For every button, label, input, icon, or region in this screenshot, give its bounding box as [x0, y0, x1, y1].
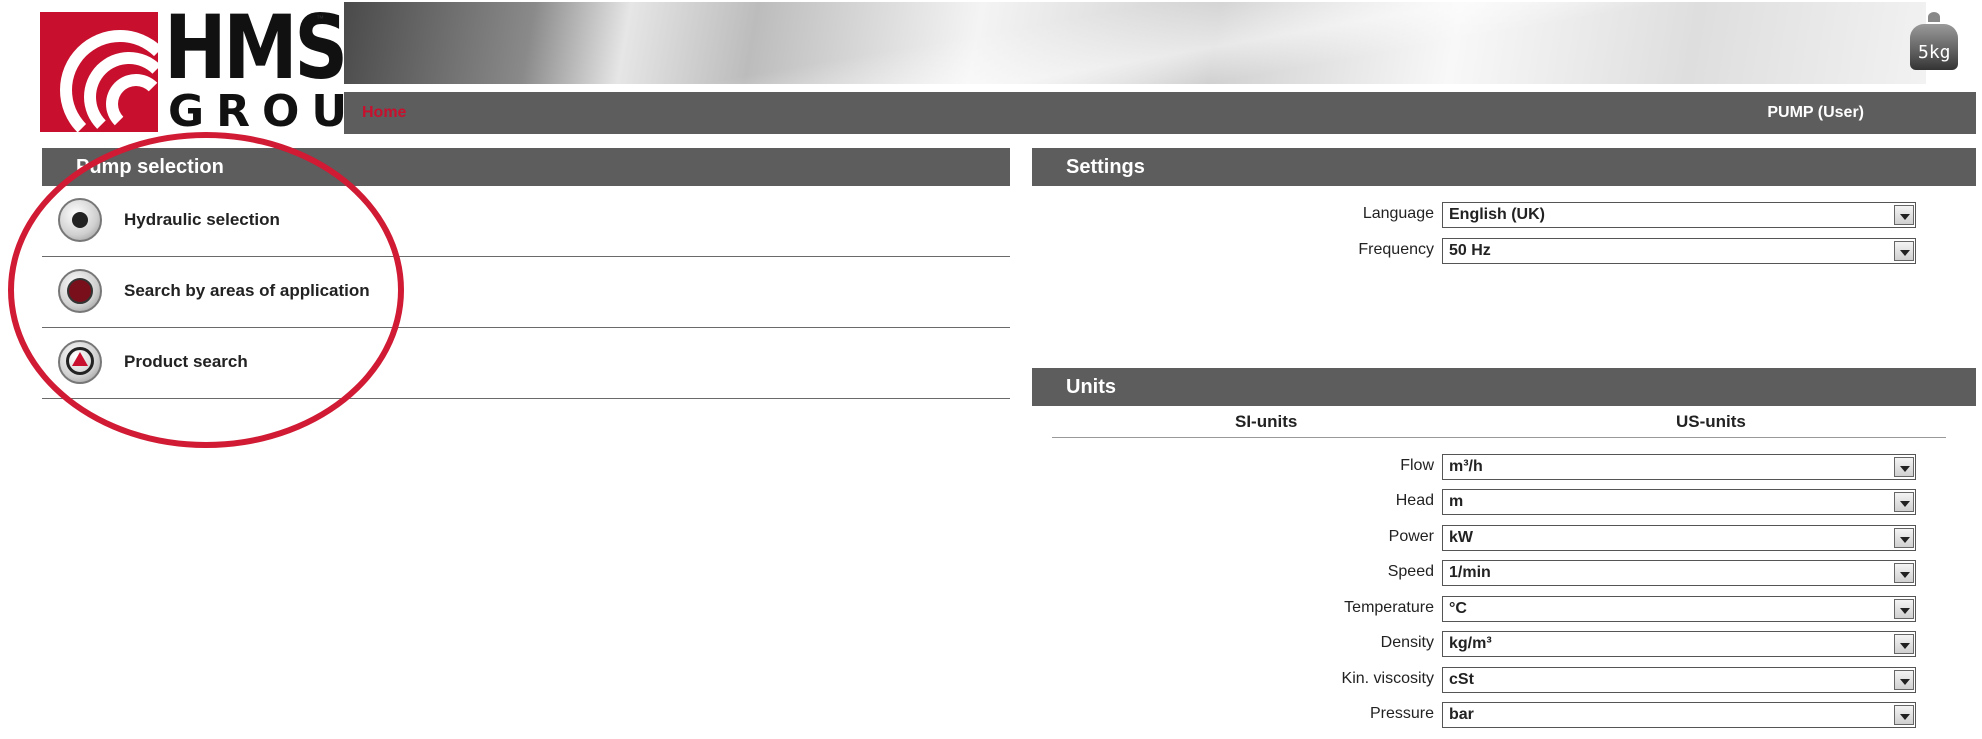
kin-viscosity-unit-select[interactable]: cSt: [1442, 667, 1916, 693]
temperature-unit-value: °C: [1449, 600, 1467, 617]
chevron-down-icon[interactable]: [1894, 634, 1914, 654]
power-label: Power: [1388, 528, 1434, 545]
settings-header: Settings: [1032, 148, 1976, 186]
temperature-label: Temperature: [1344, 599, 1434, 616]
flow-unit-value: m³/h: [1449, 458, 1483, 475]
weight-5kg-icon[interactable]: 5kg: [1908, 12, 1960, 74]
chevron-down-icon[interactable]: [1894, 563, 1914, 583]
hms-group-logo: HMS GROUP ™: [40, 4, 391, 134]
language-select[interactable]: English (UK): [1442, 202, 1916, 228]
radio-disc-icon: [58, 198, 102, 242]
frequency-value: 50 Hz: [1449, 242, 1491, 259]
language-label: Language: [1362, 205, 1434, 222]
chevron-down-icon[interactable]: [1894, 599, 1914, 619]
speed-unit-select[interactable]: 1/min: [1442, 560, 1916, 586]
temperature-row: Temperature °C: [1032, 594, 1976, 624]
kin-viscosity-unit-value: cSt: [1449, 671, 1474, 688]
head-label: Head: [1395, 492, 1434, 509]
flow-label: Flow: [1400, 457, 1434, 474]
product-search-label: Product search: [124, 352, 248, 371]
language-value: English (UK): [1449, 206, 1545, 223]
power-row: Power kW: [1032, 523, 1976, 553]
hydraulic-selection-label: Hydraulic selection: [124, 210, 280, 229]
tab-si-units[interactable]: SI-units: [1235, 412, 1297, 432]
language-row: Language English (UK): [1032, 200, 1976, 230]
pressure-unit-select[interactable]: bar: [1442, 702, 1916, 728]
units-system-tabs: SI-units US-units: [1052, 408, 1946, 438]
frequency-select[interactable]: 50 Hz: [1442, 238, 1916, 264]
pressure-unit-value: bar: [1449, 706, 1474, 723]
magnifier-icon: [58, 340, 102, 384]
flow-row: Flow m³/h: [1032, 452, 1976, 482]
globe-icon: [58, 269, 102, 313]
pressure-label: Pressure: [1369, 705, 1434, 722]
chevron-down-icon[interactable]: [1894, 528, 1914, 548]
power-unit-select[interactable]: kW: [1442, 525, 1916, 551]
pump-selection-header: Pump selection: [42, 148, 1010, 186]
head-unit-select[interactable]: m: [1442, 489, 1916, 515]
logo-trademark: ™: [316, 14, 324, 23]
speed-row: Speed 1/min: [1032, 558, 1976, 588]
nav-home-link[interactable]: Home: [362, 104, 406, 122]
chevron-down-icon[interactable]: [1894, 205, 1914, 225]
product-search-item[interactable]: Product search: [42, 328, 1010, 399]
head-unit-value: m: [1449, 493, 1464, 510]
hydraulic-selection-item[interactable]: Hydraulic selection: [42, 186, 1010, 257]
logo-swoosh-mark: [40, 12, 158, 132]
chevron-down-icon[interactable]: [1894, 705, 1914, 725]
chevron-down-icon[interactable]: [1894, 241, 1914, 261]
kin-viscosity-row: Kin. viscosity cSt: [1032, 665, 1976, 695]
current-user-label: PUMP (User): [1767, 104, 1864, 121]
areas-of-application-item[interactable]: Search by areas of application: [42, 257, 1010, 328]
density-label: Density: [1380, 634, 1434, 651]
chevron-down-icon[interactable]: [1894, 670, 1914, 690]
flow-unit-select[interactable]: m³/h: [1442, 454, 1916, 480]
temperature-unit-select[interactable]: °C: [1442, 596, 1916, 622]
speed-label: Speed: [1387, 563, 1434, 580]
top-navbar: Home PUMP (User): [344, 92, 1976, 134]
areas-of-application-label: Search by areas of application: [124, 281, 370, 300]
units-header: Units: [1032, 368, 1976, 406]
density-unit-select[interactable]: kg/m³: [1442, 631, 1916, 657]
weight-label: 5kg: [1918, 42, 1951, 63]
pressure-row: Pressure bar: [1032, 700, 1976, 730]
chevron-down-icon[interactable]: [1894, 457, 1914, 477]
density-row: Density kg/m³: [1032, 629, 1976, 659]
header-banner: [344, 2, 1926, 84]
tab-us-units[interactable]: US-units: [1676, 412, 1746, 432]
kin-viscosity-label: Kin. viscosity: [1341, 670, 1434, 687]
chevron-down-icon[interactable]: [1894, 492, 1914, 512]
frequency-row: Frequency 50 Hz: [1032, 236, 1976, 266]
speed-unit-value: 1/min: [1449, 564, 1491, 581]
head-row: Head m: [1032, 487, 1976, 517]
power-unit-value: kW: [1449, 529, 1473, 546]
frequency-label: Frequency: [1358, 241, 1434, 258]
density-unit-value: kg/m³: [1449, 635, 1492, 652]
